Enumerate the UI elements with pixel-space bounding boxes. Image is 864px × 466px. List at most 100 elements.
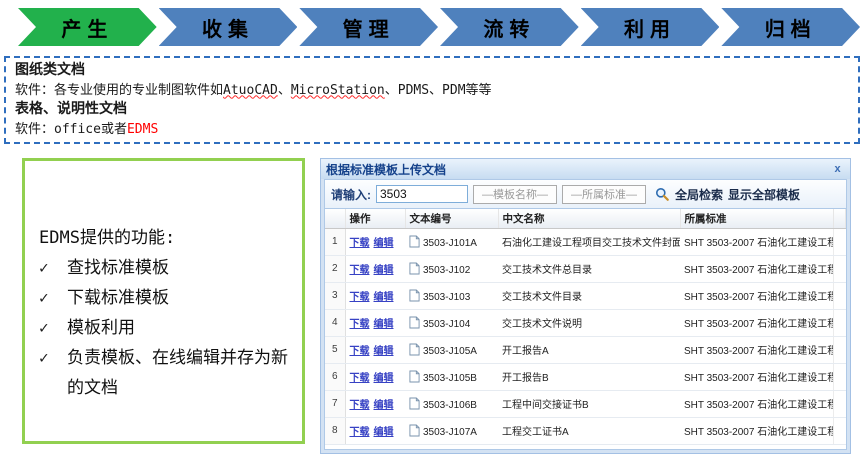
table-header-row: 操作 文本编号 中文名称 所属标准 [325,209,846,228]
doc-code-cell: 3503-J105B [405,363,498,390]
edit-link[interactable]: 编辑 [374,238,394,249]
doc-name: 交工技术文件总目录 [498,255,680,282]
note-text: 、 [278,83,291,98]
document-icon [409,289,420,302]
document-icon [409,235,420,248]
table-row[interactable]: 2 下载编辑 3503-J102 交工技术文件总目录 SHT 3503-2007… [325,255,846,282]
download-link[interactable]: 下载 [350,238,370,249]
edit-link[interactable]: 编辑 [374,400,394,411]
doc-standard: SHT 3503-2007 石油化工建设工程项目交工... [680,336,834,363]
download-link[interactable]: 下载 [350,319,370,330]
flow-step-archive[interactable]: 归档 [721,8,860,46]
row-number-header [325,209,345,228]
note-text: 、PDMS、PDM等等 [385,83,492,98]
window-title: 根据标准模板上传文档 [326,161,446,178]
table-row[interactable]: 6 下载编辑 3503-J105B 开工报告B SHT 3503-2007 石油… [325,363,846,390]
doc-code-cell: 3503-J104 [405,309,498,336]
doc-name: 开工报告B [498,363,680,390]
doc-code-cell: 3503-J106B [405,390,498,417]
edit-link[interactable]: 编辑 [374,373,394,384]
doc-code: 3503-J105B [423,373,477,384]
slide: 产生 收集 管理 流转 利用 归档 图纸类文档 软件：各专业使用的专业制图软件如… [0,0,864,466]
global-search-button[interactable]: 全局检索 [675,186,723,203]
note-software-autocad: AtuoCAD [223,83,278,98]
feature-item-use-template: ✓ 模板利用 [39,313,292,343]
scrollbar-gutter [834,255,846,282]
template-name-dropdown[interactable]: —模板名称— [473,185,557,204]
note-software-microstation: MicroStation [291,83,385,98]
flow-step-transfer[interactable]: 流转 [440,8,579,46]
doc-code: 3503-J101A [423,238,477,249]
flow-step-use[interactable]: 利用 [581,8,720,46]
flow-step-label: 管理 [343,13,395,42]
search-input[interactable] [376,185,468,203]
download-link[interactable]: 下载 [350,292,370,303]
edit-link[interactable]: 编辑 [374,292,394,303]
checkmark-icon: ✓ [39,343,67,373]
document-icon [409,397,420,410]
flow-step-label: 收集 [202,13,254,42]
download-link[interactable]: 下载 [350,400,370,411]
table-row[interactable]: 4 下载编辑 3503-J104 交工技术文件说明 SHT 3503-2007 … [325,309,846,336]
table-row[interactable]: 8 下载编辑 3503-J107A 工程交工证书A SHT 3503-2007 … [325,417,846,444]
doc-name: 交工技术文件说明 [498,309,680,336]
scrollbar-gutter [834,282,846,309]
download-link[interactable]: 下载 [350,373,370,384]
document-icon [409,424,420,437]
row-number: 5 [325,336,345,363]
column-header-operation[interactable]: 操作 [345,209,405,228]
note-line-drawing-software: 软件：各专业使用的专业制图软件如AtuoCAD、MicroStation、PDM… [15,81,849,101]
search-icon[interactable] [655,187,670,202]
document-icon [409,343,420,356]
row-actions: 下载编辑 [345,390,405,417]
download-link[interactable]: 下载 [350,427,370,438]
feature-item-download-template: ✓ 下载标准模板 [39,283,292,313]
scrollbar-gutter [834,309,846,336]
edit-link[interactable]: 编辑 [374,427,394,438]
table-row[interactable]: 3 下载编辑 3503-J103 交工技术文件目录 SHT 3503-2007 … [325,282,846,309]
row-actions: 下载编辑 [345,336,405,363]
edms-features-box: EDMS提供的功能: ✓ 查找标准模板 ✓ 下载标准模板 ✓ 模板利用 ✓ 负责… [22,158,305,444]
doc-name: 交工技术文件目录 [498,282,680,309]
upload-template-window: 根据标准模板上传文档 x 请输入: —模板名称— —所属标准— 全局检索 显示全… [320,158,851,454]
note-text: 软件：office或者 [15,122,127,137]
standard-dropdown[interactable]: —所属标准— [562,185,646,204]
feature-label: 负责模板、在线编辑并存为新的文档 [67,343,292,403]
table-row[interactable]: 1 下载编辑 3503-J101A 石油化工建设工程项目交工技术文件封面A SH… [325,228,846,255]
note-line-office-software: 软件：office或者EDMS [15,120,849,140]
checkmark-icon: ✓ [39,313,67,343]
column-header-chinese-name[interactable]: 中文名称 [498,209,680,228]
checkmark-icon: ✓ [39,283,67,313]
download-link[interactable]: 下载 [350,346,370,357]
table-row[interactable]: 7 下载编辑 3503-J106B 工程中间交接证书B SHT 3503-200… [325,390,846,417]
row-number: 7 [325,390,345,417]
flow-step-produce[interactable]: 产生 [18,8,157,46]
close-icon[interactable]: x [830,162,845,177]
row-number: 3 [325,282,345,309]
flow-step-label: 流转 [483,13,535,42]
column-header-standard[interactable]: 所属标准 [680,209,834,228]
flow-step-collect[interactable]: 收集 [159,8,298,46]
flow-step-manage[interactable]: 管理 [299,8,438,46]
row-number: 2 [325,255,345,282]
edit-link[interactable]: 编辑 [374,265,394,276]
table-row[interactable]: 5 下载编辑 3503-J105A 开工报告A SHT 3503-2007 石油… [325,336,846,363]
show-all-templates-button[interactable]: 显示全部模板 [728,186,800,203]
edit-link[interactable]: 编辑 [374,346,394,357]
feature-label: 查找标准模板 [67,253,292,283]
flow-step-label: 归档 [765,13,817,42]
doc-code: 3503-J106B [423,400,477,411]
scrollbar-gutter [834,417,846,444]
doc-code-cell: 3503-J102 [405,255,498,282]
search-toolbar: 请输入: —模板名称— —所属标准— 全局检索 显示全部模板 [324,179,847,208]
window-titlebar[interactable]: 根据标准模板上传文档 x [321,159,850,179]
features-title: EDMS提供的功能: [39,223,292,253]
row-actions: 下载编辑 [345,282,405,309]
download-link[interactable]: 下载 [350,265,370,276]
edit-link[interactable]: 编辑 [374,319,394,330]
row-actions: 下载编辑 [345,309,405,336]
row-actions: 下载编辑 [345,363,405,390]
column-header-doc-code[interactable]: 文本编号 [405,209,498,228]
row-number: 6 [325,363,345,390]
doc-name: 工程交工证书A [498,417,680,444]
